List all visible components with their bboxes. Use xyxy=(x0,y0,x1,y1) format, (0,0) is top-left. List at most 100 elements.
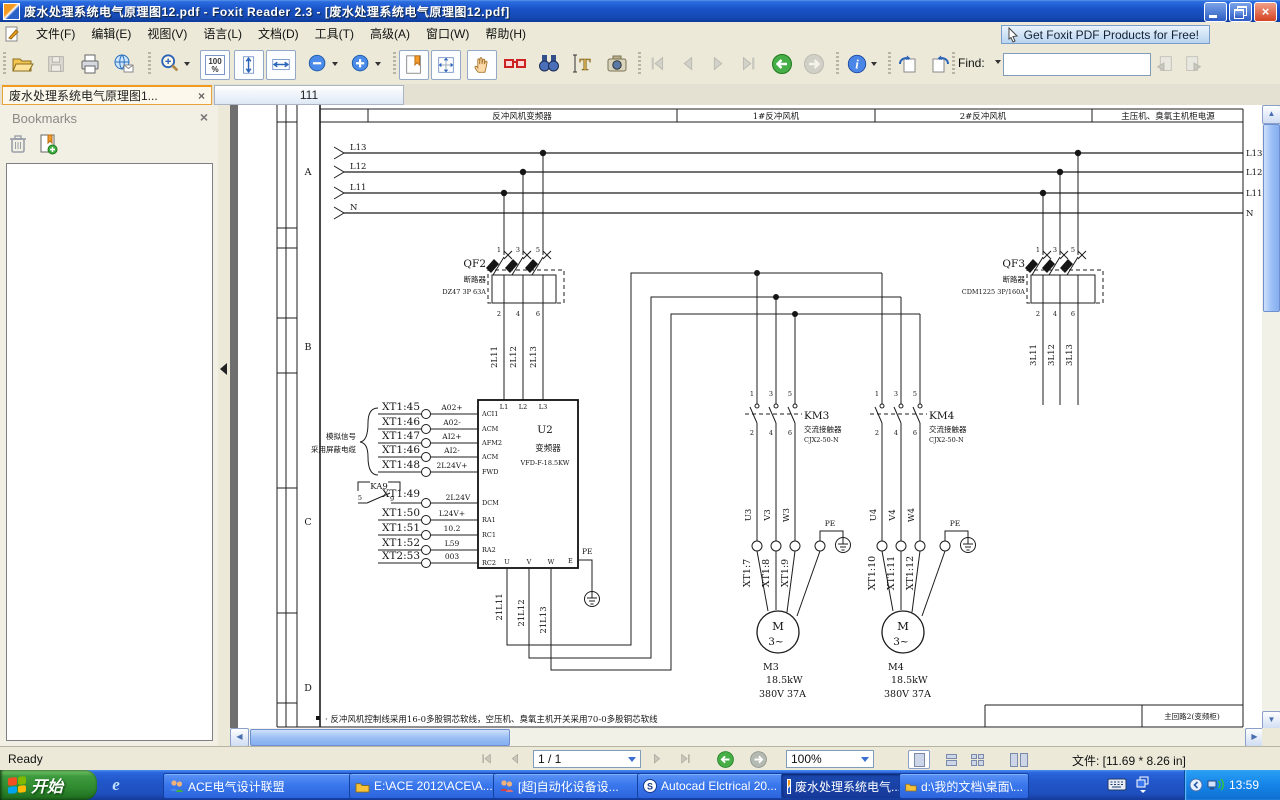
find-previous-button[interactable] xyxy=(1150,50,1178,78)
motor-power: 18.5kW xyxy=(891,675,928,686)
tab-active-document[interactable]: 废水处理系统电气原理图1... × xyxy=(2,85,212,105)
wire-label: A02+ xyxy=(440,403,462,412)
zoom-tool-button[interactable] xyxy=(155,50,193,78)
vertical-scroll-thumb[interactable] xyxy=(1263,124,1280,312)
hide-icons-chevron[interactable] xyxy=(1189,778,1203,792)
horizontal-scrollbar[interactable]: ◀ ▶ xyxy=(230,728,1262,746)
u2-terminal: ACI1 xyxy=(481,410,498,418)
fit-width-button[interactable] xyxy=(266,50,296,80)
row-letter: A xyxy=(304,167,312,178)
title-bar: 废水处理系统电气原理图12.pdf - Foxit Reader 2.3 - [… xyxy=(0,0,1280,22)
qf3-name: QF3 xyxy=(1002,258,1025,270)
network-status-icon[interactable] xyxy=(1207,778,1224,792)
status-next-page-button[interactable] xyxy=(646,750,668,768)
text-viewer-button[interactable] xyxy=(501,50,529,78)
menu-window[interactable]: 窗口(W) xyxy=(418,22,477,45)
tab-close-icon[interactable]: × xyxy=(198,90,205,102)
search-button[interactable] xyxy=(535,50,563,78)
next-page-button[interactable] xyxy=(704,50,732,78)
rotate-left-button[interactable] xyxy=(894,50,922,78)
close-button[interactable]: × xyxy=(1254,2,1277,22)
taskbar-button-qq-ace[interactable]: ACE电气设计联盟 xyxy=(163,773,357,799)
menu-document[interactable]: 文档(D) xyxy=(250,22,307,45)
properties-info-button[interactable]: i xyxy=(842,50,880,78)
taskbar-button-qq-chao[interactable]: [超]自动化设备设... xyxy=(493,773,645,799)
menu-language[interactable]: 语言(L) xyxy=(195,22,250,45)
zoom-out-dropdown[interactable] xyxy=(332,62,338,66)
schematic-drawing: A B C D 反冲风机变频器 1#反冲风机 2#反冲风机 主压机、臭氧主机柜电… xyxy=(230,105,1262,728)
bookmarks-close-icon[interactable]: × xyxy=(200,110,208,124)
zoom-tool-dropdown[interactable] xyxy=(184,62,190,66)
menu-edit[interactable]: 编辑(E) xyxy=(83,22,139,45)
find-dropdown[interactable] xyxy=(995,60,1001,64)
wire-label: 21L11 xyxy=(495,593,505,620)
go-back-button[interactable] xyxy=(768,50,796,78)
continuous-layout-button[interactable] xyxy=(940,750,962,769)
minimize-button[interactable] xyxy=(1204,2,1227,22)
last-page-button[interactable] xyxy=(734,50,762,78)
status-forward-button[interactable] xyxy=(747,750,769,768)
restore-window-icon[interactable] xyxy=(1135,776,1151,799)
wire-label: U3 xyxy=(744,509,754,522)
u2-terminal: ACM xyxy=(481,453,499,461)
menu-tools[interactable]: 工具(T) xyxy=(307,22,362,45)
restore-button[interactable] xyxy=(1229,2,1252,22)
zoom-out-button[interactable] xyxy=(303,50,341,78)
print-button[interactable] xyxy=(76,50,104,78)
continuous-facing-layout-button[interactable] xyxy=(1008,750,1030,769)
taskbar-button-autocad[interactable]: S Autocad Elctrical 20... xyxy=(637,773,789,799)
status-back-button[interactable] xyxy=(714,750,736,768)
language-bar-keyboard-icon[interactable] xyxy=(1107,777,1127,797)
tab-111[interactable]: 111 xyxy=(214,85,404,105)
rotate-right-button[interactable] xyxy=(926,50,954,78)
snapshot-button[interactable] xyxy=(603,50,631,78)
bookmarks-list[interactable] xyxy=(6,163,213,741)
collapse-panel-icon[interactable] xyxy=(220,363,227,375)
open-button[interactable] xyxy=(8,50,36,78)
first-page-button[interactable] xyxy=(644,50,672,78)
taskbar-button-my-documents[interactable]: d:\我的文档\桌面\... xyxy=(899,773,1029,799)
menu-advanced[interactable]: 高级(A) xyxy=(362,22,418,45)
page-number-box[interactable]: 1 / 1 xyxy=(533,750,641,768)
status-prev-page-button[interactable] xyxy=(504,750,526,768)
menu-file[interactable]: 文件(F) xyxy=(28,22,83,45)
find-input[interactable] xyxy=(1003,53,1151,76)
email-button[interactable] xyxy=(110,50,138,78)
ie-quicklaunch-icon[interactable]: e xyxy=(104,773,128,797)
fit-page-button[interactable] xyxy=(234,50,264,80)
delete-bookmark-icon[interactable] xyxy=(8,133,28,155)
pe-label: PE xyxy=(582,547,593,556)
actual-size-button[interactable]: 100% xyxy=(200,50,230,80)
foxit-app-icon xyxy=(3,3,20,20)
scroll-up-icon[interactable]: ▲ xyxy=(1262,105,1280,124)
select-text-button[interactable]: T xyxy=(569,50,597,78)
menu-view[interactable]: 视图(V) xyxy=(139,22,195,45)
promo-banner[interactable]: Get Foxit PDF Products for Free! xyxy=(1001,25,1210,44)
motor-phases: 3~ xyxy=(893,636,908,648)
start-button[interactable]: 开始 xyxy=(0,770,97,800)
single-page-layout-button[interactable] xyxy=(908,750,930,769)
add-bookmark-icon[interactable] xyxy=(38,133,58,155)
status-file-info: 文件: [11.69 * 8.26 in] xyxy=(1072,752,1186,769)
vertical-scrollbar[interactable]: ▲ ▼ xyxy=(1262,105,1280,728)
fullscreen-button[interactable] xyxy=(431,50,461,80)
hand-tool-button[interactable] xyxy=(467,50,497,80)
taskbar-button-foxit[interactable]: 废水处理系统电气... xyxy=(781,773,907,799)
menu-help[interactable]: 帮助(H) xyxy=(477,22,534,45)
zoom-level-box[interactable]: 100% xyxy=(786,750,874,768)
taskbar-button-explorer-e[interactable]: E:\ACE 2012\ACE\A... xyxy=(349,773,501,799)
zoom-in-dropdown[interactable] xyxy=(375,62,381,66)
save-button[interactable] xyxy=(42,50,70,78)
facing-layout-button[interactable] xyxy=(966,750,988,769)
horizontal-scroll-thumb[interactable] xyxy=(250,729,510,746)
bookmarks-toggle-button[interactable] xyxy=(399,50,429,80)
find-next-button[interactable] xyxy=(1180,50,1208,78)
pin-label: 2 xyxy=(750,429,754,437)
zoom-in-button[interactable] xyxy=(346,50,384,78)
status-first-page-button[interactable] xyxy=(476,750,498,768)
go-forward-button[interactable] xyxy=(800,50,828,78)
status-last-page-button[interactable] xyxy=(674,750,696,768)
scroll-left-icon[interactable]: ◀ xyxy=(230,728,249,747)
prev-page-button[interactable] xyxy=(674,50,702,78)
info-dropdown[interactable] xyxy=(871,62,877,66)
